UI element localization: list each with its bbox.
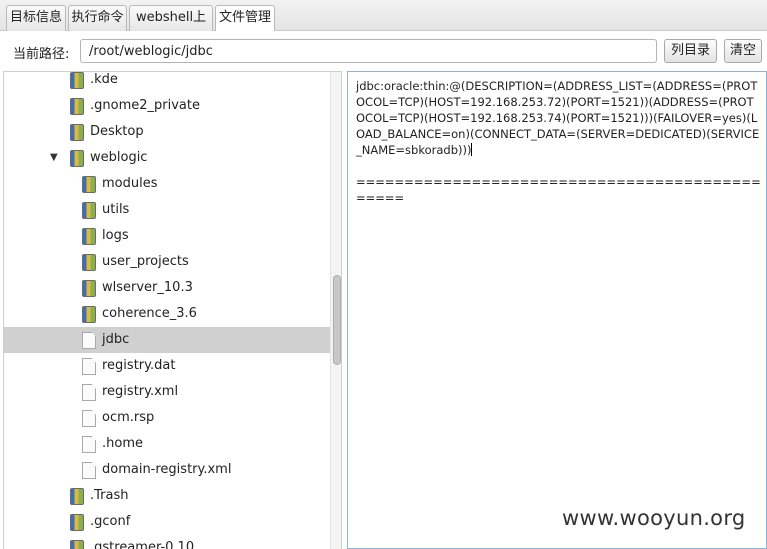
- tab-file-manager[interactable]: 文件管理: [215, 5, 275, 32]
- tree-node[interactable]: .gstreamer-0.10: [4, 535, 330, 549]
- folder-icon: [70, 540, 84, 549]
- tab-execute-command[interactable]: 执行命令: [68, 5, 127, 31]
- tree-node[interactable]: registry.xml: [4, 379, 330, 405]
- tree-node[interactable]: registry.dat: [4, 353, 330, 379]
- folder-icon: [70, 98, 84, 115]
- tree-node-label: weblogic: [90, 150, 148, 165]
- watermark: www.wooyun.org: [562, 506, 746, 530]
- tree-node-label: .kde: [90, 72, 118, 87]
- tree-node-label: registry.xml: [102, 384, 179, 399]
- tab-target-info[interactable]: 目标信息: [6, 5, 66, 31]
- folder-icon: [70, 150, 84, 167]
- folder-icon: [82, 254, 96, 271]
- tree-node[interactable]: domain-registry.xml: [4, 457, 330, 483]
- tab-bar: 目标信息 执行命令 webshell上传 文件管理: [0, 0, 767, 49]
- tree-node-label: .Trash: [90, 488, 129, 503]
- folder-icon: [82, 280, 96, 297]
- tree-node-label: wlserver_10.3: [102, 280, 193, 295]
- tree-node-label: ocm.rsp: [102, 410, 155, 425]
- tree-node[interactable]: jdbc: [4, 327, 330, 353]
- tree-scrollbar[interactable]: [330, 72, 341, 549]
- tree-node-label: .gstreamer-0.10: [90, 540, 195, 549]
- tree-node[interactable]: .gconf: [4, 509, 330, 535]
- tree-node[interactable]: utils: [4, 197, 330, 223]
- tree-node[interactable]: ▼ weblogic: [4, 145, 330, 171]
- tree-node-label: coherence_3.6: [102, 306, 197, 321]
- tree-node[interactable]: .home: [4, 431, 330, 457]
- tree-node-label: logs: [102, 228, 129, 243]
- tree-node-label: .gconf: [90, 514, 131, 529]
- tree-node-label: .gnome2_private: [90, 98, 200, 113]
- tree-node[interactable]: modules: [4, 171, 330, 197]
- tree-node[interactable]: .Trash: [4, 483, 330, 509]
- file-content-editor[interactable]: jdbc:oracle:thin:@(DESCRIPTION=(ADDRESS_…: [347, 71, 767, 549]
- current-path-input[interactable]: [80, 39, 657, 63]
- tree-scrollbar-thumb[interactable]: [333, 275, 341, 365]
- file-icon: [82, 332, 96, 349]
- tree-node-label: jdbc: [102, 332, 130, 347]
- separator-line: ========================================…: [356, 175, 761, 205]
- list-directory-button[interactable]: 列目录: [664, 39, 717, 63]
- tree-node-label: user_projects: [102, 254, 189, 269]
- folder-icon: [82, 306, 96, 323]
- file-icon: [82, 384, 96, 401]
- tab-webshell-upload[interactable]: webshell上传: [129, 5, 213, 49]
- file-icon: [82, 462, 96, 479]
- tree-node[interactable]: ocm.rsp: [4, 405, 330, 431]
- tree-node[interactable]: user_projects: [4, 249, 330, 275]
- tree-node[interactable]: wlserver_10.3: [4, 275, 330, 301]
- tree-node[interactable]: Desktop: [4, 119, 330, 145]
- tree-node[interactable]: logs: [4, 223, 330, 249]
- expand-toggle-icon[interactable]: ▼: [50, 145, 58, 171]
- tree-node[interactable]: coherence_3.6: [4, 301, 330, 327]
- folder-icon: [70, 488, 84, 505]
- folder-icon: [82, 228, 96, 245]
- clear-button[interactable]: 清空: [724, 39, 762, 63]
- jdbc-connection-string: jdbc:oracle:thin:@(DESCRIPTION=(ADDRESS_…: [356, 79, 760, 157]
- file-icon: [82, 410, 96, 427]
- tree-node-label: domain-registry.xml: [102, 462, 232, 477]
- tree-node-label: utils: [102, 202, 130, 217]
- text-caret: [471, 143, 473, 156]
- tree-node[interactable]: .kde: [4, 72, 330, 93]
- folder-icon: [70, 514, 84, 531]
- tree-node[interactable]: .gnome2_private: [4, 93, 330, 119]
- file-icon: [82, 358, 96, 375]
- file-icon: [82, 436, 96, 453]
- tree-node-label: modules: [102, 176, 158, 191]
- current-path-label: 当前路径:: [13, 47, 70, 62]
- folder-icon: [70, 72, 84, 89]
- folder-icon: [82, 176, 96, 193]
- file-content-text[interactable]: jdbc:oracle:thin:@(DESCRIPTION=(ADDRESS_…: [356, 78, 762, 206]
- folder-icon: [70, 124, 84, 141]
- tree-node-label: Desktop: [90, 124, 144, 139]
- path-bar: 当前路径: 列目录 清空: [0, 31, 767, 71]
- file-tree: .kde .gnome2_private Desktop ▼ weblogic modul…: [3, 71, 342, 549]
- folder-icon: [82, 202, 96, 219]
- tree-node-label: registry.dat: [102, 358, 176, 373]
- tree-node-label: .home: [102, 436, 143, 451]
